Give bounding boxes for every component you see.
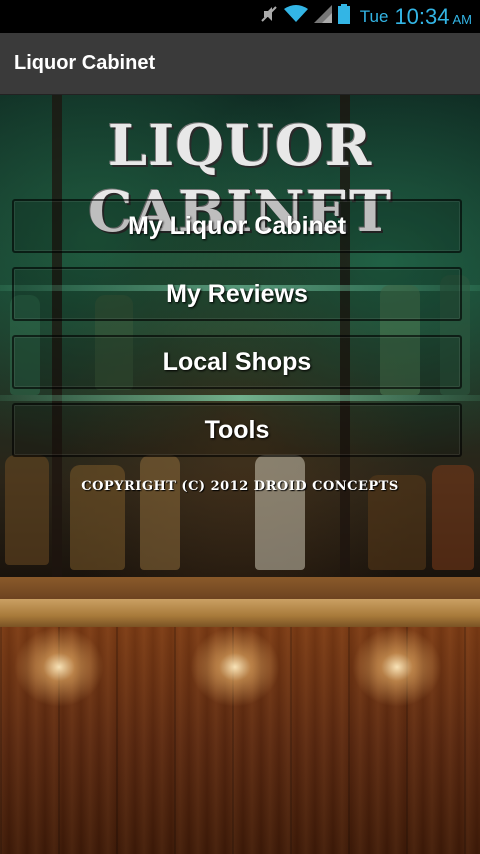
local-shops-button[interactable]: Local Shops xyxy=(12,335,462,389)
mute-icon xyxy=(260,5,278,28)
my-liquor-cabinet-button[interactable]: My Liquor Cabinet xyxy=(12,199,462,253)
bottle xyxy=(5,455,49,565)
tools-button[interactable]: Tools xyxy=(12,403,462,457)
my-reviews-button[interactable]: My Reviews xyxy=(12,267,462,321)
bottle xyxy=(255,455,305,570)
status-day: Tue xyxy=(359,6,389,26)
spotlight xyxy=(190,627,280,707)
action-bar: Liquor Cabinet xyxy=(0,33,480,95)
bar-counter-edge xyxy=(0,599,480,627)
spotlight xyxy=(14,627,104,707)
status-ampm: AM xyxy=(452,12,473,27)
status-icons xyxy=(260,4,350,29)
status-time: 10:34 xyxy=(394,3,450,29)
spotlight xyxy=(352,627,442,707)
battery-icon xyxy=(337,4,350,29)
wifi-icon xyxy=(283,5,308,28)
bar-counter-top xyxy=(0,577,480,599)
status-bar: Tue 10:34 AM xyxy=(0,0,480,33)
signal-icon xyxy=(313,5,332,28)
copyright-text: COPYRIGHT (C) 2012 DROID CONCEPTS xyxy=(81,479,399,494)
main-menu: My Liquor Cabinet My Reviews Local Shops… xyxy=(12,199,462,471)
bottle xyxy=(140,455,180,570)
app-title: Liquor Cabinet xyxy=(14,52,156,74)
main-screen: LIQUOR CABINET My Liquor Cabinet My Revi… xyxy=(0,95,480,854)
